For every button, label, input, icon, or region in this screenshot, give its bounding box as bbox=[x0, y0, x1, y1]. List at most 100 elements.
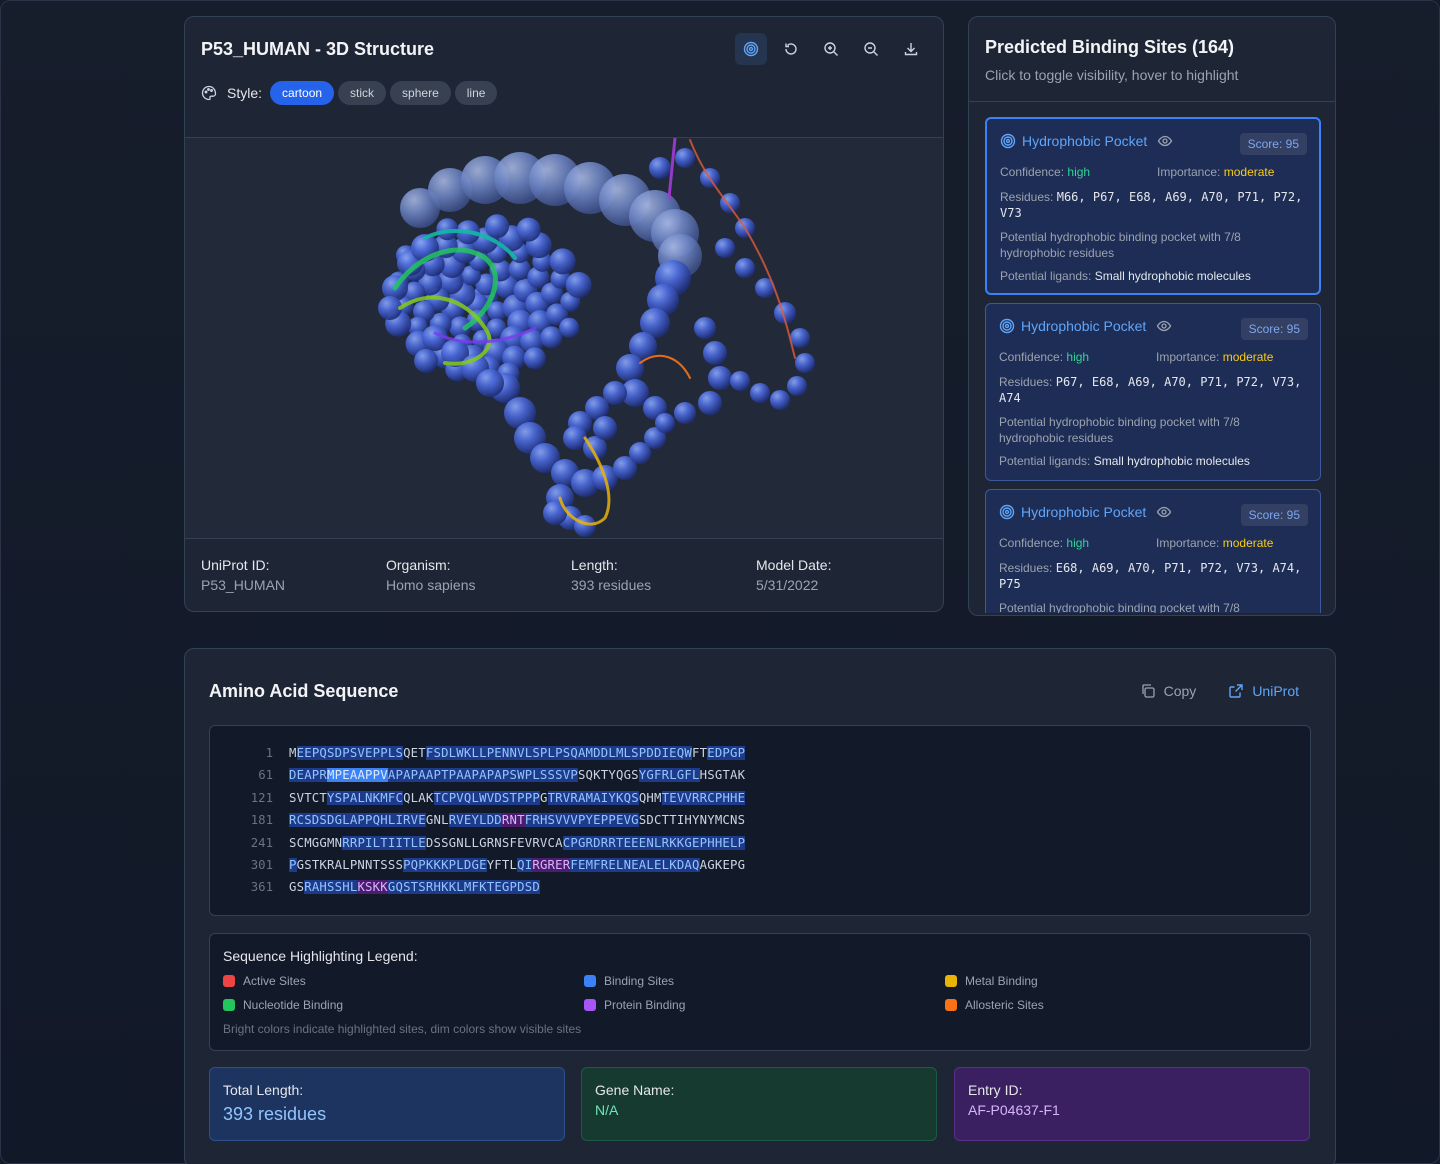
binding-sites-list[interactable]: Hydrophobic Pocket Score: 95 Confidence: h… bbox=[985, 117, 1321, 613]
eye-icon[interactable] bbox=[1157, 133, 1173, 149]
importance-label: Importance: bbox=[1156, 350, 1220, 364]
highlighted-residue-segment[interactable]: DEAPR bbox=[289, 768, 328, 783]
atom-sphere bbox=[715, 238, 735, 258]
highlighted-residue-segment[interactable]: RRPILTIITLE bbox=[342, 835, 426, 850]
highlighted-residue-segment[interactable]: EEPQSDPSVEPPLS bbox=[296, 746, 404, 760]
highlighted-residue-segment[interactable]: QI bbox=[517, 858, 533, 872]
sequence-row: 121 SVTCTYSPALNKMFCQLAKTCPVQLWVDSTPPPGTRV… bbox=[210, 789, 746, 807]
sequence-residues: SVTCTYSPALNKMFCQLAKTCPVQLWVDSTPPPGTRVRAM… bbox=[289, 790, 746, 805]
residue-segment: SVTCT bbox=[289, 790, 328, 805]
importance-row: Importance: moderate bbox=[1156, 350, 1273, 364]
target-icon bbox=[1000, 133, 1016, 149]
highlighted-residue-segment[interactable]: FSDLWKLLPENNVLSPLPSQAMDDLMLSPDDIEQW bbox=[425, 746, 692, 760]
meta-key: Model Date: bbox=[756, 557, 832, 573]
eye-icon[interactable] bbox=[1156, 504, 1172, 520]
highlighted-residue-segment[interactable]: TEVVRRCPHHE bbox=[661, 790, 746, 805]
atom-sphere bbox=[770, 390, 790, 410]
sequence-residues: GSRAHSSHLKSKKGQSTSRHKKLMFKTEGPDSD bbox=[289, 880, 540, 895]
highlighted-residue-segment[interactable]: CPGRDRRTEEENLRKKGEPHHELP bbox=[562, 835, 746, 850]
atom-sphere bbox=[485, 214, 510, 239]
highlighted-residue-segment[interactable]: RCSDSDGLAPPQHLIRVE bbox=[289, 813, 426, 828]
importance-label: Importance: bbox=[1156, 536, 1220, 550]
meta-value: P53_HUMAN bbox=[201, 577, 286, 593]
rotate-icon[interactable] bbox=[775, 33, 807, 65]
copy-button[interactable]: Copy bbox=[1140, 683, 1196, 699]
sequence-viewer[interactable]: 1 MEEPQSDPSVEPPLSQETFSDLWKLLPENNVLSPLPSQA… bbox=[209, 725, 1311, 916]
uniprot-id-field: UniProt ID: P53_HUMAN bbox=[201, 557, 386, 593]
target-icon[interactable] bbox=[735, 33, 767, 65]
stat-value: AF-P04637-F1 bbox=[968, 1102, 1060, 1118]
confidence-row: Confidence: high bbox=[1000, 165, 1090, 179]
residues-row: Residues: P67, E68, A69, A70, P71, P72, … bbox=[999, 374, 1309, 406]
zoom-out-icon[interactable] bbox=[855, 33, 887, 65]
ligands-label: Potential ligands: bbox=[999, 454, 1091, 468]
legend-binding-sites: Binding Sites bbox=[584, 974, 674, 988]
site-header: Hydrophobic Pocket bbox=[999, 318, 1172, 334]
residue-segment: GSTKRALPNNTSSS bbox=[296, 858, 404, 872]
highlighted-residue-segment[interactable]: PQPKKKPLDGE bbox=[403, 858, 487, 872]
highlighted-residue-segment[interactable]: TRVRAMAIYKQS bbox=[547, 790, 639, 805]
meta-value: Homo sapiens bbox=[386, 577, 476, 593]
binding-sites-title: Predicted Binding Sites (164) bbox=[985, 37, 1235, 57]
highlighted-residue-segment[interactable]: MPEAAPPV bbox=[327, 768, 388, 783]
zoom-in-icon[interactable] bbox=[815, 33, 847, 65]
ligands-value: Small hydrophobic molecules bbox=[1093, 454, 1250, 468]
residue-segment: HSGTAK bbox=[699, 768, 746, 783]
legend-title: Sequence Highlighting Legend: bbox=[223, 948, 418, 964]
style-stick-button[interactable]: stick bbox=[338, 81, 387, 105]
highlighted-residue-segment[interactable]: RVEYLDD bbox=[448, 813, 502, 828]
atom-sphere bbox=[694, 317, 716, 339]
binding-site-card[interactable]: Hydrophobic Pocket Score: 95 Confidence: h… bbox=[985, 303, 1321, 481]
uniprot-link[interactable]: UniProt bbox=[1228, 683, 1299, 699]
atom-sphere bbox=[674, 402, 696, 424]
download-icon[interactable] bbox=[895, 33, 927, 65]
highlighted-residue-segment[interactable]: P bbox=[289, 858, 297, 872]
sequence-residues: SCMGGMNRRPILTIITLEDSSGNLLGRNSFEVRVCACPGR… bbox=[289, 835, 746, 850]
highlighted-residue-segment[interactable]: KSKK bbox=[357, 880, 388, 895]
legend-label: Binding Sites bbox=[604, 974, 675, 988]
style-cartoon-button[interactable]: cartoon bbox=[270, 81, 335, 105]
highlighted-residue-segment[interactable]: YSPALNKMFC bbox=[327, 790, 404, 805]
style-label: Style: bbox=[227, 85, 263, 101]
atom-sphere bbox=[790, 328, 810, 348]
model-date-field: Model Date: 5/31/2022 bbox=[756, 557, 941, 593]
highlighted-residue-segment[interactable]: TCPVQLWVDSTPPP bbox=[433, 790, 540, 805]
atom-sphere bbox=[476, 369, 504, 397]
atom-sphere bbox=[787, 376, 807, 396]
molecule-viewer[interactable] bbox=[185, 137, 943, 539]
sequence-residues: DEAPRMPEAAPPVAPAPAAPTPAAPAPAPSWPLSSSVPSQ… bbox=[289, 768, 746, 783]
residue-segment: M bbox=[289, 746, 297, 760]
highlighted-residue-segment[interactable]: APAPAAPTPAAPAPAPSWPLSSSVP bbox=[387, 768, 578, 783]
style-sphere-button[interactable]: sphere bbox=[390, 81, 451, 105]
atom-sphere bbox=[750, 383, 770, 403]
meta-key: Length: bbox=[571, 557, 618, 573]
binding-site-card[interactable]: Hydrophobic Pocket Score: 95 Confidence: h… bbox=[985, 117, 1321, 295]
eye-icon[interactable] bbox=[1156, 318, 1172, 334]
legend-allosteric-sites: Allosteric Sites bbox=[945, 998, 1044, 1012]
sequence-position: 361 bbox=[250, 880, 273, 895]
structure-title: P53_HUMAN - 3D Structure bbox=[201, 39, 435, 59]
highlighted-residue-segment[interactable]: RAHSSHL bbox=[304, 880, 358, 895]
highlighted-residue-segment[interactable]: FRHSVVVPYEPPEVG bbox=[524, 813, 639, 828]
confidence-value: high bbox=[1066, 350, 1090, 364]
stat-value: N/A bbox=[595, 1102, 619, 1118]
highlighted-residue-segment[interactable]: EDPGP bbox=[707, 746, 746, 760]
importance-row: Importance: moderate bbox=[1157, 165, 1274, 179]
importance-value: moderate bbox=[1222, 536, 1274, 550]
total-length-stat: Total Length: 393 residues bbox=[209, 1067, 565, 1141]
highlighted-residue-segment[interactable]: FEMFRELNEALELKDAQ bbox=[570, 858, 700, 872]
highlighted-residue-segment[interactable]: RGRER bbox=[532, 858, 571, 872]
meta-key: UniProt ID: bbox=[201, 557, 270, 573]
atom-sphere bbox=[414, 348, 439, 373]
style-line-button[interactable]: line bbox=[454, 81, 498, 105]
sequence-row: 1 MEEPQSDPSVEPPLSQETFSDLWKLLPENNVLSPLPSQA… bbox=[210, 744, 746, 762]
residue-segment: AGKEPG bbox=[699, 858, 746, 872]
highlighted-residue-segment[interactable]: RNT bbox=[501, 813, 525, 828]
highlighted-residue-segment[interactable]: GQSTSRHKKLMFKTEGPDSD bbox=[387, 880, 540, 895]
highlighted-residue-segment[interactable]: YGFRLGFL bbox=[638, 768, 700, 783]
sequence-row: 61 DEAPRMPEAAPPVAPAPAAPTPAAPAPAPSWPLSSSVP… bbox=[210, 766, 745, 784]
binding-site-card[interactable]: Hydrophobic Pocket Score: 95 Confidence: h… bbox=[985, 489, 1321, 613]
copy-icon bbox=[1140, 683, 1156, 699]
residues-label: Residues: bbox=[1000, 190, 1054, 204]
structure-meta: UniProt ID: P53_HUMAN Organism: Homo sap… bbox=[201, 557, 941, 593]
